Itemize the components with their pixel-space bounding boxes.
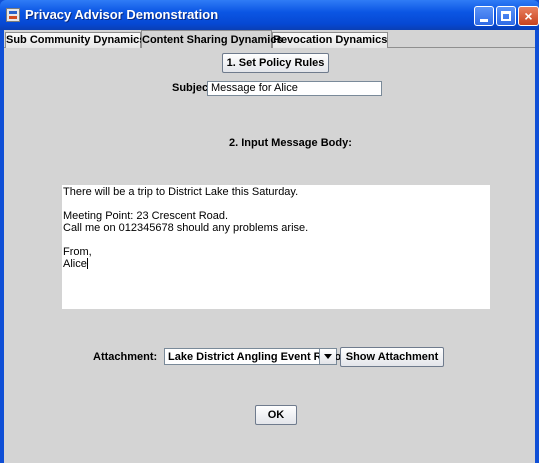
minimize-icon <box>480 19 488 22</box>
show-attachment-button[interactable]: Show Attachment <box>340 347 444 367</box>
content-panel: Sub Community Dynamics Content Sharing D… <box>4 30 535 463</box>
close-button[interactable]: × <box>518 6 539 26</box>
maximize-button[interactable] <box>496 6 516 26</box>
window-title: Privacy Advisor Demonstration <box>25 7 219 22</box>
message-line: There will be a trip to District Lake th… <box>63 186 299 198</box>
window-right-border <box>535 30 539 463</box>
text-caret <box>86 258 88 269</box>
message-line-last: Alice <box>63 258 489 270</box>
message-line <box>63 198 489 210</box>
attachment-label: Attachment: <box>93 351 158 363</box>
ok-button[interactable]: OK <box>255 405 297 425</box>
java-app-icon <box>6 8 20 22</box>
tab-revocation-dynamics[interactable]: Revocation Dynamics <box>272 32 388 48</box>
minimize-button[interactable] <box>474 6 494 26</box>
message-body-textarea[interactable]: There will be a trip to District Lake th… <box>62 185 490 309</box>
attachment-dropdown[interactable]: Lake District Angling Event Report <box>164 348 349 365</box>
title-bar[interactable]: Privacy Advisor Demonstration × <box>0 0 539 30</box>
tab-content-sharing-dynamics[interactable]: Content Sharing Dynamics <box>141 30 283 48</box>
message-line: From, <box>63 246 92 258</box>
chevron-down-icon[interactable] <box>319 349 336 364</box>
message-line: Meeting Point: 23 Crescent Road. <box>63 210 229 222</box>
maximize-icon <box>501 11 511 21</box>
message-line <box>63 234 489 246</box>
tab-strip: Sub Community Dynamics Content Sharing D… <box>4 30 535 48</box>
subject-input[interactable]: Message for Alice <box>207 81 382 96</box>
subject-label: Subject <box>172 82 212 94</box>
set-policy-rules-button[interactable]: 1. Set Policy Rules <box>222 53 329 73</box>
message-line: Call me on 012345678 should any problems… <box>63 222 309 234</box>
tab-sub-community-dynamics[interactable]: Sub Community Dynamics <box>5 32 145 48</box>
close-icon: × <box>524 8 533 24</box>
message-line: Alice <box>63 258 87 270</box>
message-body-heading: 2. Input Message Body: <box>229 137 352 149</box>
